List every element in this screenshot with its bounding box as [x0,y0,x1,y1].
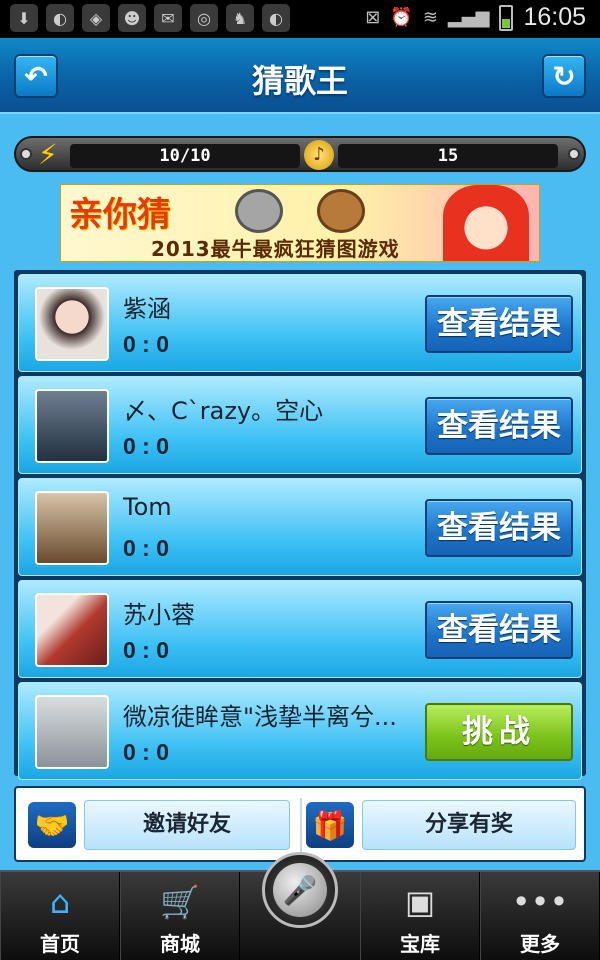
wifi-shield-icon: ◈ [82,4,110,32]
share-reward-button[interactable]: 分享有奖 [362,800,576,850]
friend-score: 0 : 0 [123,535,170,561]
view-result-button[interactable]: 查看结果 [425,601,573,659]
refresh-icon: ↻ [552,59,576,93]
home-icon: ⌂ [49,883,71,921]
invite-friends[interactable]: 🤝 邀请好友 [28,800,290,850]
battery-icon [499,4,514,31]
nav-home-label: 首页 [40,932,80,956]
friend-name: 苏小蓉 [123,601,195,629]
avatar [35,287,109,361]
title-bar: ↶ 猜歌王 ↻ [0,38,600,114]
avatar [35,593,109,667]
challenge-button[interactable]: 挑战 [425,703,573,761]
friend-score: 0 : 0 [123,433,170,459]
refresh-button[interactable]: ↻ [542,54,586,98]
nav-more[interactable]: ••• 更多 [480,872,600,960]
friend-score: 0 : 0 [123,637,170,663]
main-content: ⚡ 10/10 ♪ 15 亲你猜 2013最牛最疯狂猜图游戏 紫涵 0 : 0 … [0,114,600,870]
bear-mascot-icon [317,189,365,233]
share-reward[interactable]: 🎁 分享有奖 [306,800,576,850]
friend-score: 0 : 0 [123,331,170,357]
friend-score: 0 : 0 [123,739,170,765]
rivet-left-icon [20,148,32,160]
energy-count: 10/10 [70,144,300,168]
friend-list: 紫涵 0 : 0 查看结果 〆、C`razy。空心 0 : 0 查看结果 Tom… [14,270,586,780]
banner-subtitle: 2013最牛最疯狂猜图游戏 [151,237,400,261]
signal-icon: ▂▄▆ [447,7,490,28]
lightning-icon: ⚡ [38,138,58,171]
wifi-icon: ≋ [422,7,438,28]
nav-home[interactable]: ⌂ 首页 [0,872,120,960]
friend-name: 紫涵 [123,295,171,323]
rabbit-mascot-icon [235,189,283,233]
friend-name: 〆、C`razy。空心 [123,397,324,425]
banner-title: 亲你猜 [69,195,171,235]
coin-count: 15 [338,144,558,168]
ad-banner[interactable]: 亲你猜 2013最牛最疯狂猜图游戏 [60,184,540,262]
friend-row[interactable]: 紫涵 0 : 0 查看结果 [18,274,582,372]
leaf-app-icon: ◐ [46,4,74,32]
no-sim-icon: ⊠ [365,7,381,28]
invite-friends-button[interactable]: 邀请好友 [84,800,290,850]
handshake-icon: 🤝 [28,802,76,848]
friend-row[interactable]: 微凉徒眸意"浅挚半离兮... 0 : 0 挑战 [18,682,582,780]
cart-icon: 🛒 [160,883,200,921]
android-icon: ♞ [226,4,254,32]
friend-name: 微凉徒眸意"浅挚半离兮... [123,703,397,731]
notification-icons: ⬇ ◐ ◈ ☻ ✉ ◎ ♞ ◐ [10,4,290,32]
system-icons: ⊠ ⏰ ≋ ▂▄▆ 16:05 [365,3,586,32]
microphone-icon: 🎤 [273,863,327,917]
treasure-chest-icon: ▣ [404,883,436,921]
friend-row[interactable]: Tom 0 : 0 查看结果 [18,478,582,576]
avatar [35,389,109,463]
view-result-button[interactable]: 查看结果 [425,397,573,455]
browser-icon: ◎ [190,4,218,32]
view-result-button[interactable]: 查看结果 [425,295,573,353]
mail-icon: ✉ [154,4,182,32]
nav-shop[interactable]: 🛒 商城 [120,872,240,960]
friend-row[interactable]: 〆、C`razy。空心 0 : 0 查看结果 [18,376,582,474]
nav-vault-label: 宝库 [400,932,440,956]
gift-icon: 🎁 [306,802,354,848]
avatar [35,695,109,769]
nav-shop-label: 商城 [160,932,200,956]
view-result-button[interactable]: 查看结果 [425,499,573,557]
status-bar: ⬇ ◐ ◈ ☻ ✉ ◎ ♞ ◐ ⊠ ⏰ ≋ ▂▄▆ 16:05 [0,0,600,38]
microphone-button[interactable]: 🎤 [262,852,338,928]
action-panel: 🤝 邀请好友 🎁 分享有奖 [14,786,586,862]
alarm-icon: ⏰ [390,7,413,28]
nav-vault[interactable]: ▣ 宝库 [360,872,480,960]
avatar-app-icon: ☻ [118,4,146,32]
clock: 16:05 [523,3,586,31]
bottom-nav: ⌂ 首页 🛒 商城 🎤 ▣ 宝库 ••• 更多 [0,852,600,960]
more-dots-icon: ••• [511,883,569,921]
friend-row[interactable]: 苏小蓉 0 : 0 查看结果 [18,580,582,678]
nav-more-label: 更多 [520,932,560,956]
music-note-coin-icon: ♪ [304,140,334,170]
divider [300,798,302,854]
leaf-app-icon-2: ◐ [262,4,290,32]
stats-bar: ⚡ 10/10 ♪ 15 [14,136,586,172]
friend-name: Tom [123,493,172,521]
cartoon-girl-icon [443,185,529,261]
rivet-right-icon [568,148,580,160]
page-title: 猜歌王 [251,62,348,100]
download-icon: ⬇ [10,4,38,32]
avatar [35,491,109,565]
